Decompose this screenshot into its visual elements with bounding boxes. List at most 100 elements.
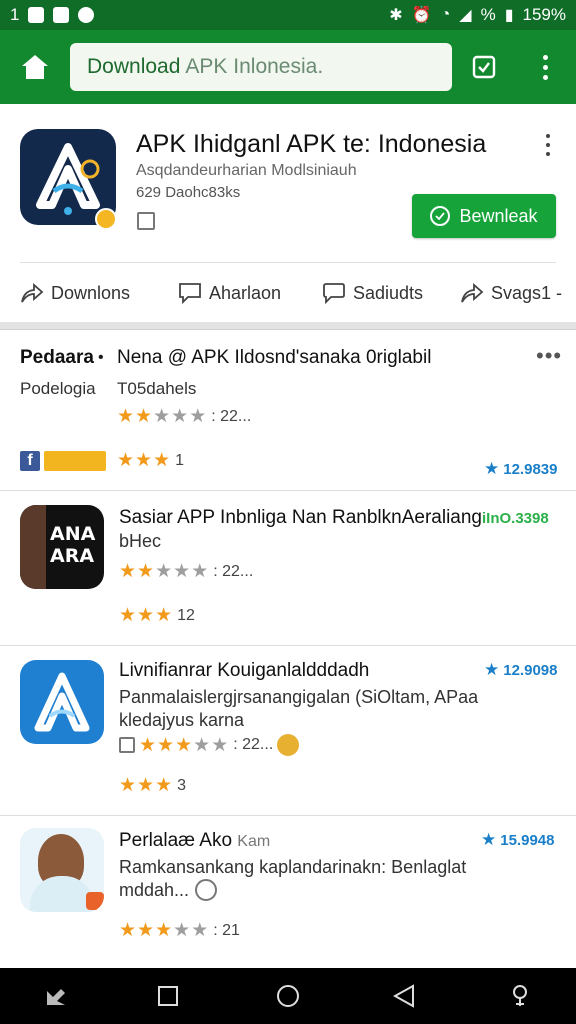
search-query: Download: [87, 55, 181, 78]
download-circle-icon: [430, 206, 451, 226]
bookmark-button[interactable]: [452, 30, 516, 104]
star-filled-icon: ★: [135, 450, 153, 471]
item-category: Pedaara: [20, 347, 94, 368]
nav-overview-button[interactable]: [154, 982, 182, 1010]
rating-row: ★ ★ ★ ★ ★ : 22...: [117, 407, 251, 426]
star-filled-icon: ★: [137, 920, 155, 941]
item-title-hint: Kam: [237, 833, 271, 850]
download-button[interactable]: Bewnleak: [412, 194, 556, 238]
square-icon: [158, 986, 178, 1006]
back-triangle-icon: [393, 984, 414, 1008]
location-pin-icon: [513, 985, 527, 1006]
star-filled-icon: ★: [139, 734, 157, 756]
item-title: Sasiar APP Inbnliga Nan RanblknAeraliang: [119, 507, 482, 528]
rating-count: : 22...: [213, 562, 254, 580]
item-title-text: Perlalaæ Ako: [119, 830, 233, 851]
star-rating: ★ ★ ★: [119, 776, 172, 795]
star-empty-icon: ★: [189, 406, 207, 427]
rating-row: ★ ★ ★ ★ ★ : 22...: [119, 562, 253, 581]
star-empty-icon: ★: [193, 734, 211, 756]
divider: [20, 262, 556, 263]
badge-row: f: [20, 451, 106, 471]
battery-level: 159%: [522, 5, 566, 24]
status-bar: 1 ✱ ⏰ ◔ ◢ % ▮ 159%: [0, 0, 576, 30]
circle-icon: [277, 985, 299, 1007]
rating-count: : 22...: [211, 407, 252, 425]
list-item[interactable]: Pedaara • Nena @ APK Ildosnd'sanaka 0rig…: [0, 331, 576, 491]
star-filled-icon: ★: [155, 920, 173, 941]
rating-count: : 21: [213, 921, 240, 939]
item-desc: bHec: [119, 531, 162, 551]
item-desc: T05dahels: [117, 379, 197, 398]
rating-count: 3: [177, 776, 187, 794]
nav-home-button[interactable]: [274, 982, 302, 1010]
star-rating: ★ ★ ★: [117, 451, 170, 470]
action-alarm[interactable]: Aharlaon: [178, 282, 281, 304]
item-price: ★ 15.9948: [481, 830, 554, 850]
star-filled-icon: ★: [157, 734, 175, 756]
overflow-menu-button[interactable]: [516, 30, 574, 104]
star-filled-icon: ★: [119, 920, 137, 941]
star-filled-icon: ★: [117, 450, 135, 471]
item-secondary: Podelogia: [20, 379, 96, 398]
nav-recent-apps-button[interactable]: [42, 982, 70, 1010]
nav-back-button[interactable]: [390, 982, 418, 1010]
item-title: Nena @ APK Ildosnd'sanaka 0riglabil: [117, 347, 432, 368]
app-thumbnail: [20, 828, 104, 912]
section-separator: [0, 322, 576, 330]
star-filled-icon: ★: [137, 775, 155, 796]
star-empty-icon: ★: [171, 406, 189, 427]
list-item[interactable]: Perlalaæ Ako Kam ★ 15.9948 Ramkansankang…: [0, 816, 576, 968]
more-horiz-icon[interactable]: •••: [536, 343, 562, 369]
star-empty-icon: ★: [153, 406, 171, 427]
rating-count: 12: [177, 606, 195, 624]
system-nav-bar: [0, 968, 576, 1024]
emoji-icon: [277, 734, 300, 756]
list-item[interactable]: ANA ARA Sasiar APP Inbnliga Nan RanblknA…: [0, 491, 576, 646]
thumb-text: ANA ARA: [50, 523, 96, 567]
comment-icon: [179, 283, 201, 304]
action-label: Aharlaon: [209, 282, 282, 303]
home-button[interactable]: [0, 30, 70, 104]
item-desc: Ramkansankang kaplandarinakn: Benlaglat: [119, 857, 467, 877]
star-empty-icon: ★: [173, 561, 191, 582]
list-item[interactable]: Livnifianrar Kouiganlaldddadh ★ 12.9098 …: [0, 646, 576, 816]
star-filled-icon: ★: [153, 450, 171, 471]
star-rating: ★ ★ ★ ★ ★: [139, 736, 228, 755]
action-label: Downlons: [51, 282, 131, 303]
search-hint: APK Inlonesia.: [185, 55, 324, 78]
search-input[interactable]: Download APK Inlonesia.: [70, 43, 452, 91]
action-reviews[interactable]: Sadiudts: [322, 282, 423, 304]
message-notification-icon: [53, 7, 70, 23]
star-rating: ★ ★ ★ ★ ★: [119, 562, 208, 581]
star-filled-icon: ★: [484, 660, 500, 679]
price-value: 12.9839: [503, 460, 558, 478]
star-rating: ★ ★ ★ ★ ★: [119, 921, 208, 940]
edit-icon: [47, 989, 65, 1005]
status-left-text: 1: [10, 5, 20, 24]
report-flag-icon[interactable]: [137, 212, 155, 230]
price-value: 15.9948: [500, 831, 555, 849]
rating-count: : 22...: [233, 736, 274, 753]
star-filled-icon: ★: [135, 406, 153, 427]
app-thumbnail: ANA ARA: [20, 505, 104, 589]
item-price: ★ 12.9098: [484, 660, 557, 680]
more-vert-icon: [542, 54, 548, 80]
rating-row-secondary: ★ ★ ★ 3: [119, 776, 186, 795]
rating-row-secondary: ★ ★ ★ 12: [119, 606, 195, 625]
header-more-button[interactable]: [546, 134, 550, 156]
battery-percent-sign: %: [480, 5, 496, 24]
emoji-badge-icon: [95, 208, 117, 230]
nav-assistant-button[interactable]: [506, 982, 534, 1010]
bluetooth-icon: ✱: [389, 7, 403, 24]
item-title: Livnifianrar Kouiganlaldddadh: [119, 660, 370, 681]
facebook-icon: f: [20, 451, 40, 471]
star-filled-icon: ★: [155, 605, 173, 626]
image-icon: [119, 737, 135, 753]
item-desc: mddah...: [119, 880, 190, 900]
item-price: ★ 12.9839: [484, 459, 557, 479]
robot-icon: [195, 879, 218, 901]
action-downloads[interactable]: Downlons: [20, 282, 130, 304]
action-share[interactable]: Svags1 -: [460, 282, 562, 304]
bullet: •: [98, 349, 104, 366]
